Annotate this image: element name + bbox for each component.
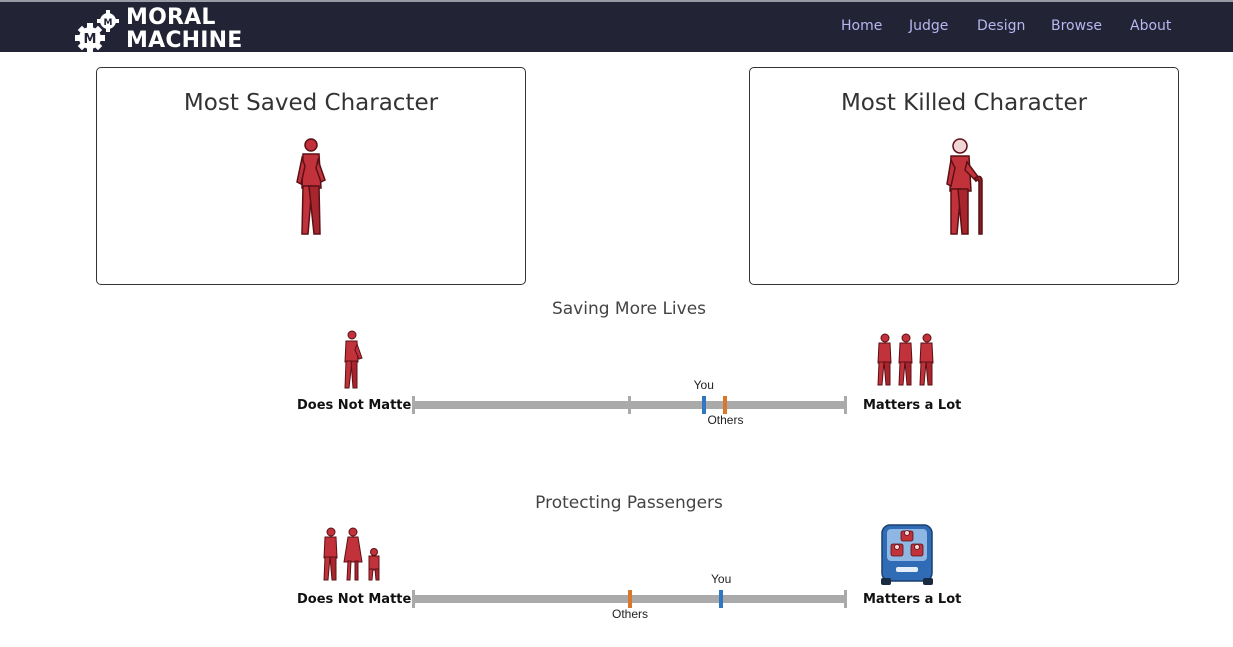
svg-text:M: M [84, 32, 97, 47]
you-marker [719, 590, 724, 608]
group-of-people-icon [877, 333, 934, 386]
svg-text:M: M [104, 18, 113, 28]
you-label: You [711, 572, 732, 586]
single-person-icon [344, 330, 363, 389]
male-adult-icon [296, 138, 326, 235]
nav-home[interactable]: Home [841, 18, 882, 34]
others-label: Others [707, 413, 744, 427]
you-label: You [693, 378, 714, 392]
most-saved-card: Most Saved Character [96, 67, 526, 285]
scale-tick-left [412, 590, 415, 608]
right-label-protecting-passengers: Matters a Lot [863, 592, 962, 607]
logo-line-1: MORAL [126, 5, 216, 30]
gear-logo-icon: M M [75, 10, 119, 53]
nav-design[interactable]: Design [977, 18, 1025, 34]
car-with-passengers-icon [881, 524, 933, 585]
others-marker [628, 590, 632, 608]
others-label: Others [611, 607, 649, 621]
logo-line-2: MACHINE [126, 28, 243, 53]
left-label-saving-lives: Does Not Matter [297, 398, 418, 413]
scale-tick-right [844, 396, 847, 414]
nav-about[interactable]: About [1130, 18, 1171, 34]
pedestrians-family-icon [323, 527, 380, 581]
nav-judge[interactable]: Judge [909, 18, 948, 34]
nav-browse[interactable]: Browse [1051, 18, 1102, 34]
scale-tick-right [844, 590, 847, 608]
scale-tick-left [412, 396, 415, 414]
most-killed-title: Most Killed Character [840, 90, 1088, 116]
saving-more-lives-title: Saving More Lives [551, 299, 707, 319]
navbar: M M MORAL MACHINE Home Judge Design Brow… [0, 0, 1233, 53]
protecting-passengers-title: Protecting Passengers [535, 493, 723, 513]
scale-tick-middle [628, 396, 631, 414]
logo-text: MORAL MACHINE [126, 6, 243, 52]
most-killed-card: Most Killed Character [749, 67, 1179, 285]
right-label-saving-lives: Matters a Lot [863, 398, 962, 413]
you-marker [701, 396, 706, 414]
others-marker [723, 396, 728, 414]
elderly-man-icon [946, 138, 983, 235]
most-saved-title: Most Saved Character [183, 90, 439, 116]
left-label-protecting-passengers: Does Not Matter [297, 592, 418, 607]
